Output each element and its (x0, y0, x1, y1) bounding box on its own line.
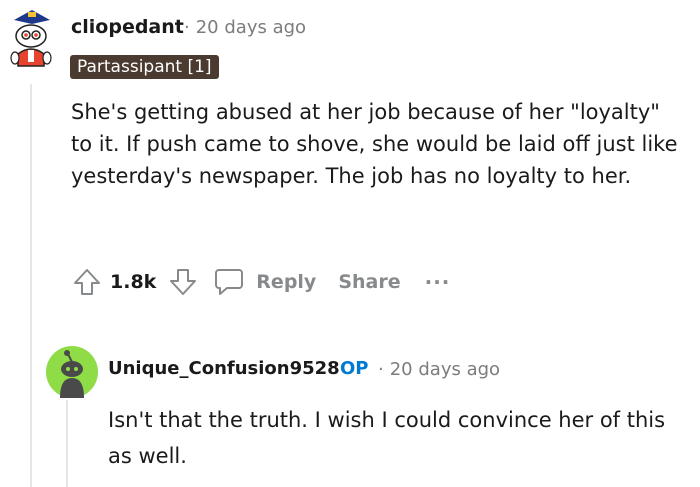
downvote-icon[interactable] (166, 265, 200, 299)
reply-meta: · 20 days ago (378, 359, 500, 380)
comment-author[interactable]: cliopedant (71, 16, 184, 38)
op-badge: OP (340, 358, 369, 379)
reply-author[interactable]: Unique_Confusion9528 (108, 358, 340, 379)
comment-body: She's getting abused at her job because … (71, 100, 678, 188)
meta-separator: · (378, 359, 384, 380)
comment-icon[interactable] (212, 265, 246, 299)
upvote-icon[interactable] (70, 265, 104, 299)
reply-thread-line[interactable] (66, 400, 68, 487)
reply-timestamp[interactable]: 20 days ago (390, 359, 500, 380)
share-button[interactable]: Share (338, 271, 400, 293)
reply-button[interactable]: Reply (256, 271, 316, 293)
comment-timestamp[interactable]: 20 days ago (196, 17, 306, 38)
snoo-avatar-icon (46, 346, 98, 398)
reply-body: Isn't that the truth. I wish I could con… (108, 408, 666, 468)
snoo-avatar-icon (10, 10, 52, 67)
vote-score: 1.8k (110, 271, 157, 293)
user-flair: Partassipant [1] (70, 55, 219, 79)
comment-actions: 1.8k Reply Share ··· (70, 262, 450, 302)
thread-line[interactable] (30, 84, 32, 487)
avatar[interactable] (6, 6, 58, 74)
meta-separator: · (184, 17, 190, 38)
reply-avatar[interactable] (46, 346, 98, 398)
comment-meta: · 20 days ago (180, 17, 306, 38)
more-icon[interactable]: ··· (425, 270, 451, 294)
